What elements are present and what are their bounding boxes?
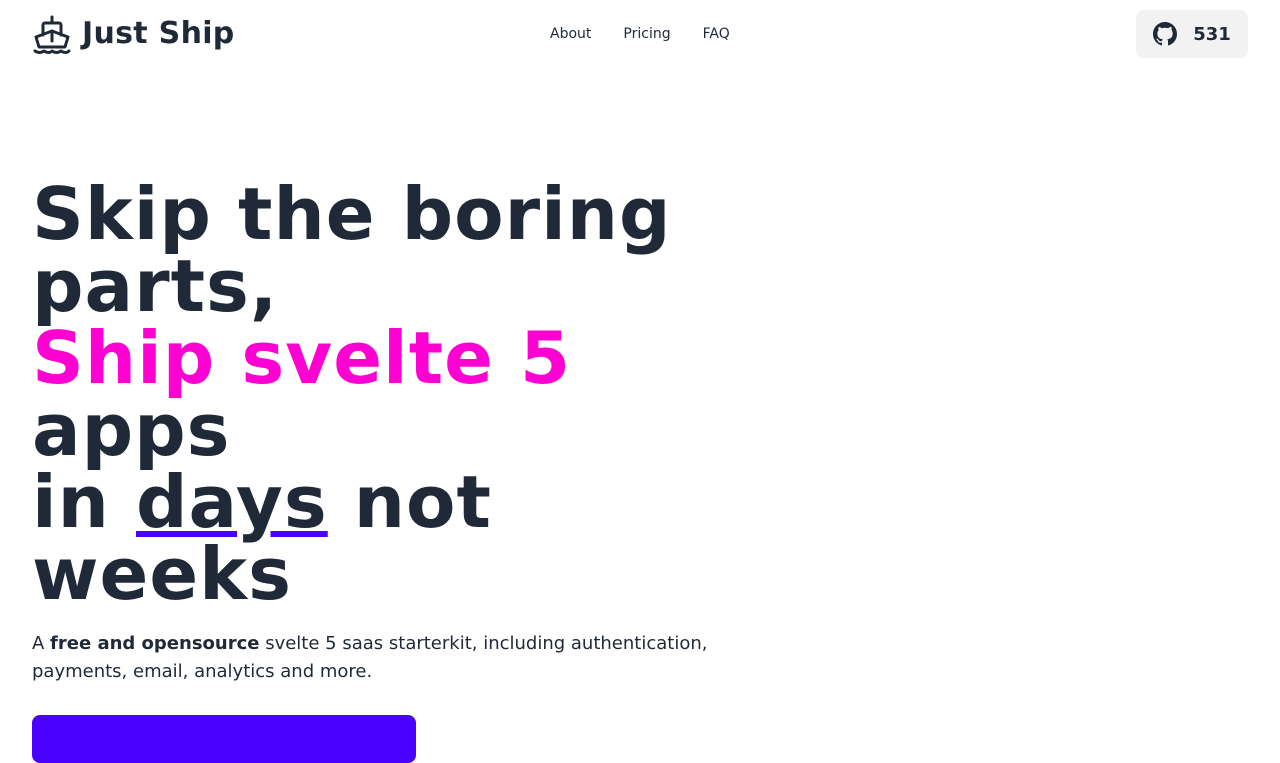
nav-link-faq[interactable]: FAQ xyxy=(687,18,746,50)
hero-title-line-5: in days not xyxy=(32,466,752,538)
github-icon xyxy=(1153,22,1178,46)
nav-link-pricing[interactable]: Pricing xyxy=(607,18,686,50)
nav-link-about[interactable]: About xyxy=(534,18,607,50)
github-stars-button[interactable]: 531 xyxy=(1136,10,1248,58)
cta-button[interactable] xyxy=(32,715,416,763)
hero-title: Skip the boring parts, Ship svelte 5 app… xyxy=(32,178,752,610)
hero-title-line-2: parts, xyxy=(32,244,279,328)
brand-name: Just Ship xyxy=(82,16,235,51)
hero-title-weeks: weeks xyxy=(32,532,292,616)
brand-link[interactable]: Just Ship xyxy=(32,13,235,55)
hero-title-line-1: Skip the boring xyxy=(32,172,672,256)
github-star-count: 531 xyxy=(1193,23,1231,45)
navbar: Just Ship About Pricing FAQ 531 xyxy=(0,0,1280,68)
hero-section: Skip the boring parts, Ship svelte 5 app… xyxy=(32,178,752,686)
hero-title-accent: Ship svelte 5 xyxy=(32,316,572,400)
ship-icon xyxy=(32,14,72,54)
hero-subtitle-prefix: A xyxy=(32,633,51,654)
nav-links: About Pricing FAQ xyxy=(534,18,746,50)
hero-title-not: not xyxy=(327,460,492,544)
hero-subtitle-bold: free and opensource xyxy=(50,633,260,654)
hero-title-line-4: apps xyxy=(32,388,231,472)
hero-subtitle: A free and opensource svelte 5 saas star… xyxy=(32,630,732,686)
